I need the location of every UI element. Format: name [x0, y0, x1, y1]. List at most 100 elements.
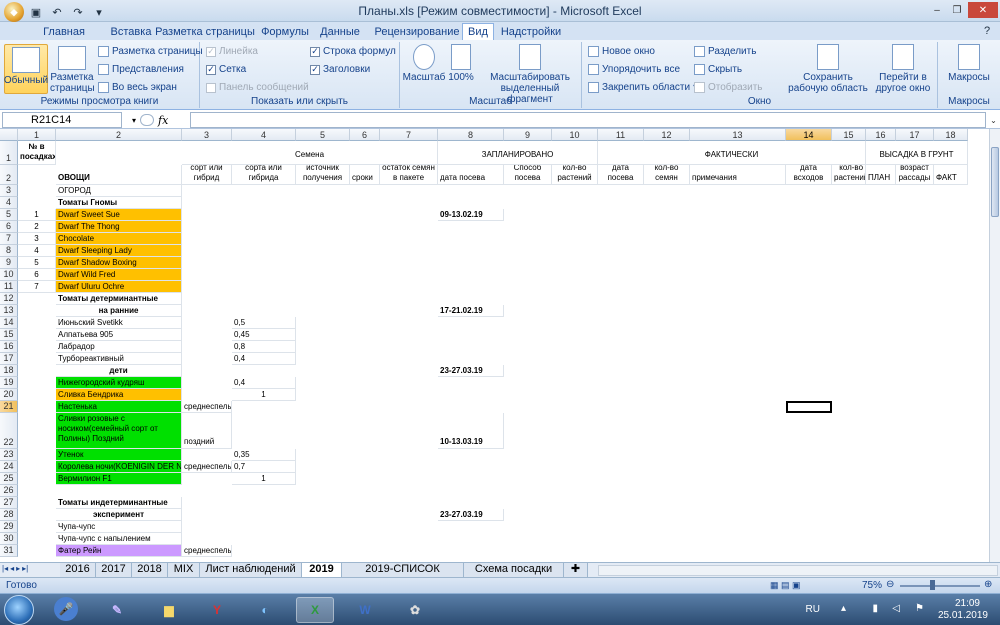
- cell[interactable]: эксперимент: [56, 509, 182, 521]
- cell[interactable]: Способ посева: [504, 165, 552, 185]
- active-cell-selection[interactable]: [786, 401, 832, 413]
- row-header[interactable]: 12: [0, 293, 18, 305]
- microphone-icon[interactable]: 🎤: [54, 597, 78, 621]
- formula-expand-icon[interactable]: [140, 114, 155, 126]
- gridlines-checkbox[interactable]: ✓ Сетка: [206, 64, 246, 75]
- zoom-slider[interactable]: [900, 585, 980, 587]
- column-header[interactable]: 14: [786, 129, 832, 141]
- page-break-button[interactable]: Разметка страницы: [98, 46, 203, 57]
- cell[interactable]: среднеспелы: [182, 461, 232, 473]
- maximize-icon[interactable]: ❐: [948, 2, 966, 18]
- cell[interactable]: Dwarf Sleeping Lady: [56, 245, 182, 257]
- tab-data[interactable]: Данные: [313, 23, 367, 40]
- new-window-button[interactable]: Новое окно: [588, 46, 655, 57]
- cell[interactable]: ОВОЩИ: [56, 165, 182, 185]
- prev-sheet-icon[interactable]: ◂: [10, 564, 14, 573]
- row-header[interactable]: 27: [0, 497, 18, 509]
- row-header[interactable]: 31: [0, 545, 18, 557]
- cell[interactable]: 0,8: [232, 341, 296, 353]
- cell[interactable]: ВЫСАДКА В ГРУНТ: [866, 141, 968, 165]
- column-header[interactable]: 9: [504, 129, 552, 141]
- cell[interactable]: Нижегородский кудряш: [56, 377, 182, 389]
- cell[interactable]: 23-27.03.19: [438, 365, 504, 377]
- cell[interactable]: 0,5: [232, 317, 296, 329]
- cell[interactable]: Семена: [182, 141, 438, 165]
- cell[interactable]: поздний: [182, 413, 232, 449]
- cell[interactable]: № в посадках: [18, 141, 56, 165]
- cell[interactable]: Томаты Гномы: [56, 197, 182, 209]
- normal-view-status-icon[interactable]: ▦ ▤ ▣: [770, 580, 801, 591]
- cell[interactable]: Сливки розовые с носиком(семейный сорт о…: [56, 413, 182, 449]
- column-header[interactable]: 6: [350, 129, 380, 141]
- zoom-slider-thumb[interactable]: [930, 580, 935, 590]
- row-header[interactable]: 10: [0, 269, 18, 281]
- column-header[interactable]: 3: [182, 129, 232, 141]
- cell[interactable]: на ранние: [56, 305, 182, 317]
- app-icon[interactable]: ◐: [246, 597, 284, 623]
- sheet-tab-2016[interactable]: 2016: [60, 563, 96, 577]
- cell[interactable]: Алпатьева 905: [56, 329, 182, 341]
- cell[interactable]: 09-13.02.19: [438, 209, 504, 221]
- cell[interactable]: Dwarf Uluru Ochre: [56, 281, 182, 293]
- tab-view[interactable]: Вид: [462, 23, 494, 40]
- vertical-scrollbar[interactable]: [989, 129, 1000, 562]
- cell[interactable]: 2: [18, 221, 56, 233]
- cell[interactable]: 1: [232, 473, 296, 485]
- last-sheet-icon[interactable]: ▸|: [22, 564, 28, 573]
- name-box-dropdown-icon[interactable]: ▾: [132, 116, 136, 125]
- cell[interactable]: Dwarf Wild Fred: [56, 269, 182, 281]
- cell[interactable]: сроки: [350, 165, 380, 185]
- next-sheet-icon[interactable]: ▸: [16, 564, 20, 573]
- column-header[interactable]: 13: [690, 129, 786, 141]
- volume-icon[interactable]: ◁: [892, 603, 900, 614]
- ruler-checkbox[interactable]: ✓ Линейка: [206, 46, 258, 57]
- tab-page-layout[interactable]: Разметка страницы: [150, 23, 260, 40]
- row-header[interactable]: 3: [0, 185, 18, 197]
- help-icon[interactable]: ?: [978, 22, 996, 40]
- row-header[interactable]: 4: [0, 197, 18, 209]
- cell[interactable]: возраст рассады: [896, 165, 934, 185]
- unhide-button[interactable]: Отобразить: [694, 82, 763, 93]
- cell[interactable]: характеристика сорта или гибрида: [232, 165, 296, 185]
- cell[interactable]: 0,45: [232, 329, 296, 341]
- row-header[interactable]: 18: [0, 365, 18, 377]
- column-header[interactable]: 11: [598, 129, 644, 141]
- network-icon[interactable]: ▮: [872, 603, 878, 614]
- horizontal-scrollbar[interactable]: [598, 565, 998, 576]
- row-header[interactable]: 24: [0, 461, 18, 473]
- cell[interactable]: 23-27.03.19: [438, 509, 504, 521]
- tray-chevron-icon[interactable]: ▴: [841, 603, 846, 614]
- row-header[interactable]: 8: [0, 245, 18, 257]
- first-sheet-icon[interactable]: |◂: [2, 564, 8, 573]
- sheet-tab-mix[interactable]: MIX: [168, 563, 200, 577]
- tab-review[interactable]: Рецензирование: [372, 23, 462, 40]
- column-header[interactable]: 18: [934, 129, 968, 141]
- cell[interactable]: Июньский Svetikk: [56, 317, 182, 329]
- cell[interactable]: дата всходов: [786, 165, 832, 185]
- row-header[interactable]: 2: [0, 165, 18, 185]
- hide-button[interactable]: Скрыть: [694, 64, 742, 75]
- cell[interactable]: кол-во растений: [832, 165, 866, 185]
- row-header[interactable]: 22: [0, 413, 18, 449]
- zoom-out-icon[interactable]: ⊖: [886, 579, 894, 590]
- save-workspace-button[interactable]: Сохранить рабочую область: [788, 44, 868, 94]
- row-header[interactable]: 19: [0, 377, 18, 389]
- zoom-level[interactable]: 75%: [862, 580, 882, 591]
- row-header[interactable]: 5: [0, 209, 18, 221]
- cell[interactable]: среднеспелый: [182, 545, 232, 557]
- sheet-tab-observations[interactable]: Лист наблюдений: [200, 563, 302, 577]
- cell[interactable]: 6: [18, 269, 56, 281]
- custom-views-button[interactable]: Представления: [98, 64, 184, 75]
- freeze-panes-button[interactable]: Закрепить области▾: [588, 82, 698, 93]
- cell[interactable]: Турбореактивный: [56, 353, 182, 365]
- cell[interactable]: 0,7: [232, 461, 296, 473]
- cell[interactable]: Томаты индетерминантные: [56, 497, 182, 509]
- row-header[interactable]: 9: [0, 257, 18, 269]
- worksheet-grid[interactable]: 1 2 3 4 5 6 7 8 9 10 11 12 13 14 15 16 17 18 1 2 3 4 5 6 7 8 9 10 1…: [0, 129, 989, 562]
- column-header[interactable]: 15: [832, 129, 866, 141]
- split-button[interactable]: Разделить: [694, 46, 756, 57]
- name-box[interactable]: R21C14: [2, 112, 122, 128]
- row-header[interactable]: 13: [0, 305, 18, 317]
- formula-input[interactable]: [190, 112, 986, 128]
- row-header[interactable]: 11: [0, 281, 18, 293]
